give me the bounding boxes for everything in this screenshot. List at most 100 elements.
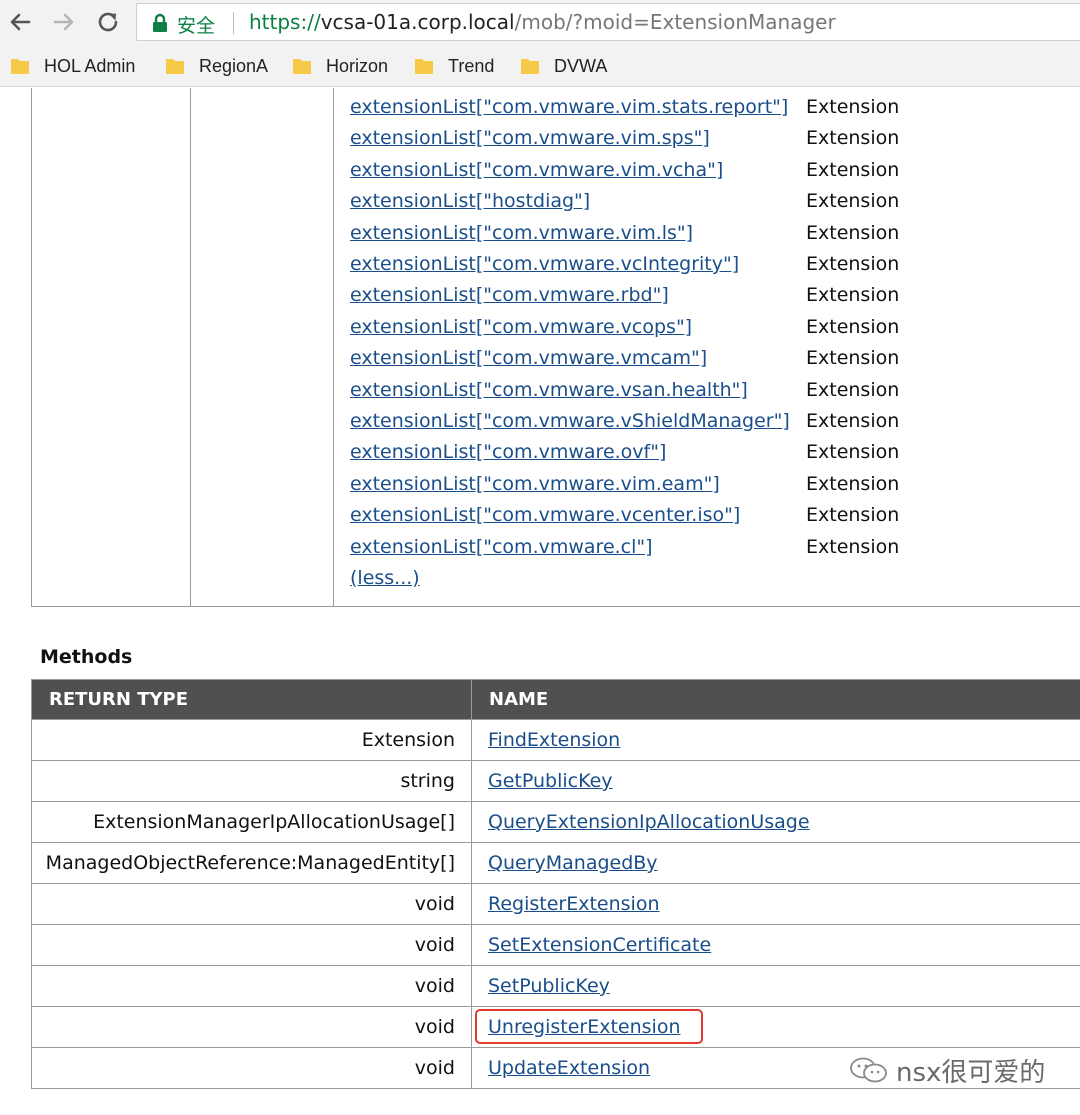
extension-entry[interactable]: extensionList["com.vmware.vim.vcha"] xyxy=(350,155,723,185)
extension-link[interactable]: extensionList["hostdiag"] xyxy=(350,190,590,212)
return-type-cell: ManagedObjectReference:ManagedEntity[] xyxy=(31,842,472,884)
method-name-cell: FindExtension xyxy=(471,719,1080,761)
extension-entry[interactable]: extensionList["com.vmware.vShieldManager… xyxy=(350,406,790,436)
column-divider xyxy=(190,88,191,606)
extension-entry[interactable]: extensionList["com.vmware.vsan.health"] xyxy=(350,375,748,405)
bookmark-label: Trend xyxy=(448,55,495,76)
extension-entry[interactable]: extensionList["com.vmware.vmcam"] xyxy=(350,343,707,373)
return-type-cell: void xyxy=(31,965,472,1007)
method-link-update-extension[interactable]: UpdateExtension xyxy=(488,1057,650,1079)
back-arrow-icon xyxy=(10,13,31,31)
extension-link[interactable]: extensionList["com.vmware.vim.ls"] xyxy=(350,222,693,244)
extension-type: Extension xyxy=(806,472,900,495)
extension-entry[interactable]: extensionList["com.vmware.vim.stats.repo… xyxy=(350,92,788,122)
extension-entry[interactable]: extensionList["com.vmware.vim.sps"] xyxy=(350,123,710,153)
method-row: string GetPublicKey xyxy=(31,760,1080,802)
header-name: NAME xyxy=(471,679,1080,720)
method-row: void RegisterExtension xyxy=(31,883,1080,925)
extension-link[interactable]: extensionList["com.vmware.vim.stats.repo… xyxy=(350,96,788,118)
bookmark-hol-admin[interactable]: HOL Admin xyxy=(10,54,135,78)
method-link-find-extension[interactable]: FindExtension xyxy=(488,729,620,751)
back-button[interactable] xyxy=(4,6,36,38)
extension-type: Extension xyxy=(806,127,900,150)
bookmark-trend[interactable]: Trend xyxy=(414,54,494,78)
method-name-cell: QueryExtensionIpAllocationUsage xyxy=(471,801,1080,843)
extension-entry[interactable]: extensionList["com.vmware.rbd"] xyxy=(350,280,669,310)
forward-arrow-icon xyxy=(53,13,74,31)
method-row: ExtensionManagerIpAllocationUsage[] Quer… xyxy=(31,801,1080,843)
extension-link[interactable]: extensionList["com.vmware.cl"] xyxy=(350,536,653,558)
extension-entry[interactable]: extensionList["com.vmware.ovf"] xyxy=(350,437,666,467)
method-link-get-public-key[interactable]: GetPublicKey xyxy=(488,770,613,792)
bookmark-regiona[interactable]: RegionA xyxy=(165,54,268,78)
method-link-query-managed-by[interactable]: QueryManagedBy xyxy=(488,852,658,874)
reload-icon xyxy=(98,12,118,32)
url-host: vcsa-01a.corp.local xyxy=(320,10,515,34)
extension-type: Extension xyxy=(806,347,900,370)
bookmark-label: Horizon xyxy=(326,55,389,76)
return-type-cell: Extension xyxy=(31,719,472,761)
extension-entry[interactable]: extensionList["com.vmware.vcops"] xyxy=(350,312,692,342)
method-row: void SetExtensionCertificate xyxy=(31,924,1080,966)
folder-icon xyxy=(11,59,29,74)
bookmark-horizon[interactable]: Horizon xyxy=(292,54,388,78)
folder-icon xyxy=(166,59,184,74)
browser-toolbar: 安全 https://vcsa-01a.corp.local/mob/?moid… xyxy=(0,0,1080,44)
extension-entry[interactable]: extensionList["com.vmware.vcIntegrity"] xyxy=(350,249,739,279)
extension-link[interactable]: extensionList["com.vmware.vim.sps"] xyxy=(350,127,710,149)
extension-link[interactable]: extensionList["com.vmware.vim.vcha"] xyxy=(350,159,723,181)
method-row: Extension FindExtension xyxy=(31,719,1080,761)
extension-link[interactable]: extensionList["com.vmware.rbd"] xyxy=(350,284,669,306)
extension-link[interactable]: extensionList["com.vmware.vcops"] xyxy=(350,316,692,338)
method-row: void SetPublicKey xyxy=(31,965,1080,1007)
method-link-set-extension-certificate[interactable]: SetExtensionCertificate xyxy=(488,934,711,956)
methods-heading: Methods xyxy=(40,646,133,668)
extension-list-table: extensionList["com.vmware.vim.stats.repo… xyxy=(31,88,1080,607)
method-name-cell: SetExtensionCertificate xyxy=(471,924,1080,966)
return-type-cell: void xyxy=(31,883,472,925)
method-name-cell: UnregisterExtension xyxy=(471,1006,1080,1048)
lock-icon xyxy=(153,13,167,32)
return-type-cell: ExtensionManagerIpAllocationUsage[] xyxy=(31,801,472,843)
methods-table: RETURN TYPE NAME Extension FindExtension… xyxy=(31,679,1080,1089)
security-label: 安全 xyxy=(177,15,216,37)
extension-link[interactable]: extensionList["com.vmware.vcIntegrity"] xyxy=(350,253,739,275)
folder-icon xyxy=(415,59,433,74)
method-row: void UnregisterExtension xyxy=(31,1006,1080,1048)
extension-entry[interactable]: extensionList["hostdiag"] xyxy=(350,186,590,216)
method-link-query-extension-ip-allocation-usage[interactable]: QueryExtensionIpAllocationUsage xyxy=(488,811,810,833)
extension-entry[interactable]: extensionList["com.vmware.vim.eam"] xyxy=(350,469,720,499)
method-link-set-public-key[interactable]: SetPublicKey xyxy=(488,975,610,997)
extension-type: Extension xyxy=(806,158,900,181)
address-bar[interactable]: 安全 https://vcsa-01a.corp.local/mob/?moid… xyxy=(136,3,1080,41)
method-row: ManagedObjectReference:ManagedEntity[] Q… xyxy=(31,842,1080,884)
return-type-cell: void xyxy=(31,924,472,966)
return-type-cell: void xyxy=(31,1006,472,1048)
extension-type: Extension xyxy=(806,441,900,464)
bookmark-dvwa[interactable]: DVWA xyxy=(520,54,607,78)
extension-entry[interactable]: extensionList["com.vmware.cl"] xyxy=(350,532,653,562)
forward-button[interactable] xyxy=(48,6,80,38)
url-text[interactable]: https://vcsa-01a.corp.local/mob/?moid=Ex… xyxy=(249,10,836,34)
extension-link[interactable]: extensionList["com.vmware.vim.eam"] xyxy=(350,473,720,495)
extension-link[interactable]: extensionList["com.vmware.vShieldManager… xyxy=(350,410,790,432)
method-link-register-extension[interactable]: RegisterExtension xyxy=(488,893,660,915)
folder-icon xyxy=(521,59,539,74)
bookmark-label: RegionA xyxy=(199,55,269,76)
extension-link[interactable]: extensionList["com.vmware.vmcam"] xyxy=(350,347,707,369)
extension-type: Extension xyxy=(806,190,900,213)
method-name-cell: RegisterExtension xyxy=(471,883,1080,925)
extension-link[interactable]: extensionList["com.vmware.vsan.health"] xyxy=(350,379,748,401)
extension-type: Extension xyxy=(806,221,900,244)
extension-link[interactable]: extensionList["com.vmware.ovf"] xyxy=(350,441,666,463)
reload-button[interactable] xyxy=(92,6,124,38)
extension-entry[interactable]: extensionList["com.vmware.vcenter.iso"] xyxy=(350,500,740,530)
method-name-cell: SetPublicKey xyxy=(471,965,1080,1007)
method-name-cell: QueryManagedBy xyxy=(471,842,1080,884)
less-entry[interactable]: (less...) xyxy=(350,563,420,593)
extension-link[interactable]: extensionList["com.vmware.vcenter.iso"] xyxy=(350,504,740,526)
less-link[interactable]: (less...) xyxy=(350,567,420,589)
extension-entry[interactable]: extensionList["com.vmware.vim.ls"] xyxy=(350,218,693,248)
extension-type: Extension xyxy=(806,535,900,558)
methods-header-row: RETURN TYPE NAME xyxy=(31,679,1080,720)
